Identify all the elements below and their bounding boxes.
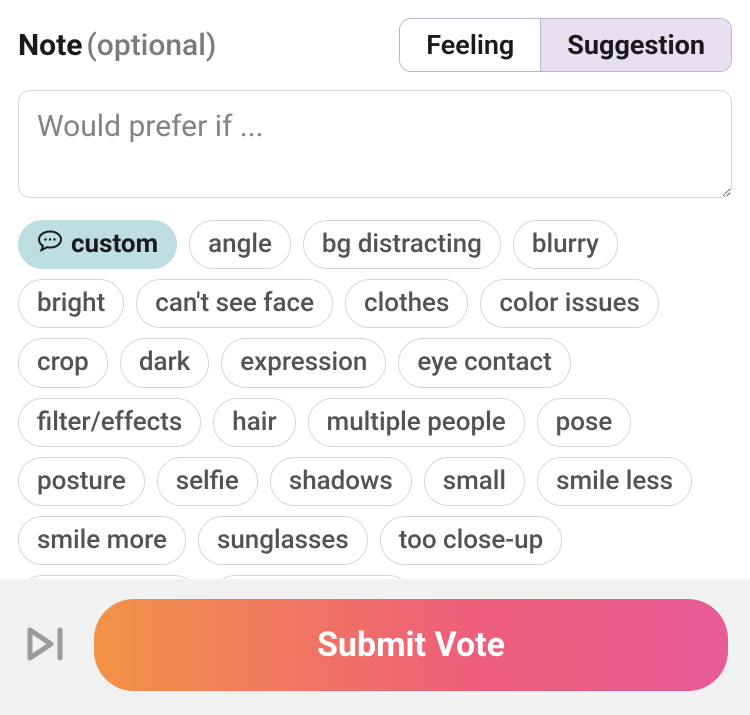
chip-small[interactable]: small [424, 457, 525, 506]
chip-custom-label: custom [71, 229, 158, 260]
chip-angle[interactable]: angle [189, 220, 291, 269]
note-optional: (optional) [86, 28, 216, 63]
chip-pose[interactable]: pose [537, 398, 632, 447]
chip-multiple-people[interactable]: multiple people [308, 398, 525, 447]
chip-bright[interactable]: bright [18, 279, 124, 328]
chip-smile-more[interactable]: smile more [18, 516, 186, 565]
chip-bg-distracting[interactable]: bg distracting [303, 220, 501, 269]
chip-sunglasses[interactable]: sunglasses [198, 516, 368, 565]
suggestion-chips: custom anglebg distractingblurry brightca… [18, 220, 732, 624]
chip-posture[interactable]: posture [18, 457, 145, 506]
note-label: Note [18, 28, 82, 63]
note-mode-toggle: Feeling Suggestion [399, 18, 732, 72]
chip-smile-less[interactable]: smile less [537, 457, 692, 506]
submit-vote-button[interactable]: Submit Vote [94, 599, 728, 691]
tab-feeling[interactable]: Feeling [400, 19, 540, 71]
footer-bar: Submit Vote [0, 579, 750, 715]
chip-eye-contact[interactable]: eye contact [398, 338, 570, 387]
speech-bubble-icon [37, 229, 63, 260]
chip-hair[interactable]: hair [213, 398, 295, 447]
chip-can-t-see-face[interactable]: can't see face [136, 279, 333, 328]
chip-crop[interactable]: crop [18, 338, 108, 387]
chip-filter-effects[interactable]: filter/effects [18, 398, 201, 447]
note-input[interactable] [18, 90, 732, 198]
chip-expression[interactable]: expression [221, 338, 386, 387]
chip-color-issues[interactable]: color issues [480, 279, 659, 328]
note-heading: Note (optional) [18, 28, 216, 63]
skip-button[interactable] [22, 622, 74, 669]
skip-forward-icon [24, 624, 72, 667]
tab-suggestion[interactable]: Suggestion [540, 19, 731, 71]
chip-too-close-up[interactable]: too close-up [380, 516, 563, 565]
chip-clothes[interactable]: clothes [345, 279, 468, 328]
chip-selfie[interactable]: selfie [157, 457, 258, 506]
chip-shadows[interactable]: shadows [270, 457, 412, 506]
chip-blurry[interactable]: blurry [513, 220, 618, 269]
chip-custom[interactable]: custom [18, 220, 177, 269]
chip-dark[interactable]: dark [120, 338, 209, 387]
